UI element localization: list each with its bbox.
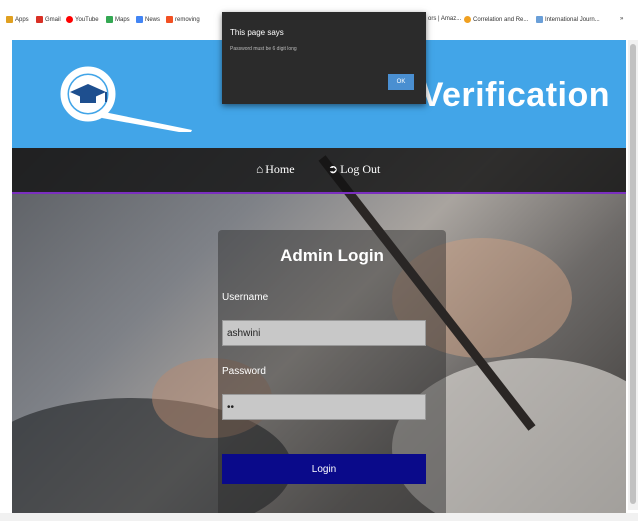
- alert-dialog: This page says Password must be 6 digit …: [222, 12, 426, 104]
- bookmark-label: »: [620, 16, 624, 22]
- alert-ok-button[interactable]: OK: [388, 74, 414, 90]
- alert-message: Password must be 6 digit long: [230, 46, 297, 52]
- bookmark-international[interactable]: International Journ...: [536, 16, 600, 23]
- bookmark-amazon[interactable]: ors | Amaz...: [428, 16, 461, 22]
- hero-background: ⌂ Home ➲ Log Out Admin Login Username Pa…: [12, 148, 626, 515]
- bookmark-correlation[interactable]: Correlation and Re...: [464, 16, 528, 23]
- brand-title: Verification: [420, 76, 610, 114]
- maps-icon: [106, 16, 113, 23]
- bookmark-label: Gmail: [45, 16, 61, 23]
- bookmark-label: Apps: [15, 16, 29, 23]
- login-title: Admin Login: [280, 246, 384, 265]
- bookmark-maps[interactable]: Maps: [106, 16, 130, 23]
- youtube-icon: [66, 16, 73, 23]
- horizontal-scrollbar[interactable]: [0, 513, 638, 521]
- bookmark-label: International Journ...: [545, 16, 600, 23]
- home-icon: ⌂: [256, 162, 264, 176]
- bookmark-news[interactable]: News: [136, 16, 160, 23]
- alert-title: This page says: [230, 28, 284, 37]
- bookmark-label: ors | Amaz...: [428, 16, 462, 22]
- username-label: Username: [222, 292, 269, 303]
- bookmark-gmail[interactable]: Gmail: [36, 16, 61, 23]
- nav-logout-label: Log Out: [340, 162, 381, 176]
- vertical-scrollbar[interactable]: [628, 40, 638, 510]
- magnifier-graduate-logo-icon: [60, 66, 192, 132]
- nav-logout[interactable]: ➲ Log Out: [328, 162, 380, 177]
- windows-icon: [166, 16, 173, 23]
- bookmark-removing[interactable]: removing: [166, 16, 200, 23]
- bookmark-label: removing: [175, 16, 200, 23]
- login-panel: Admin Login Username Password Login: [218, 230, 446, 515]
- bookmark-apps[interactable]: Apps: [6, 16, 29, 23]
- bookmark-label: News: [145, 16, 161, 23]
- nav-home-label: Home: [265, 162, 295, 176]
- logout-icon: ➲: [328, 162, 339, 176]
- username-input[interactable]: [222, 320, 426, 346]
- page-icon: [464, 16, 471, 23]
- password-input[interactable]: [222, 394, 426, 420]
- bookmark-label: YouTube: [75, 16, 99, 23]
- apps-grid-icon: [6, 16, 13, 23]
- login-button[interactable]: Login: [222, 454, 426, 484]
- password-label: Password: [222, 366, 266, 377]
- top-nav: ⌂ Home ➲ Log Out: [12, 148, 626, 192]
- gmail-icon: [36, 16, 43, 23]
- bookmarks-overflow[interactable]: »: [620, 16, 623, 22]
- scrollbar-thumb[interactable]: [630, 44, 636, 504]
- nav-home[interactable]: ⌂ Home: [256, 162, 295, 177]
- page-icon: [536, 16, 543, 23]
- bookmark-label: Maps: [115, 16, 130, 23]
- bookmark-label: Correlation and Re...: [473, 16, 529, 23]
- news-icon: [136, 16, 143, 23]
- nav-divider: [12, 192, 626, 194]
- bookmark-youtube[interactable]: YouTube: [66, 16, 99, 23]
